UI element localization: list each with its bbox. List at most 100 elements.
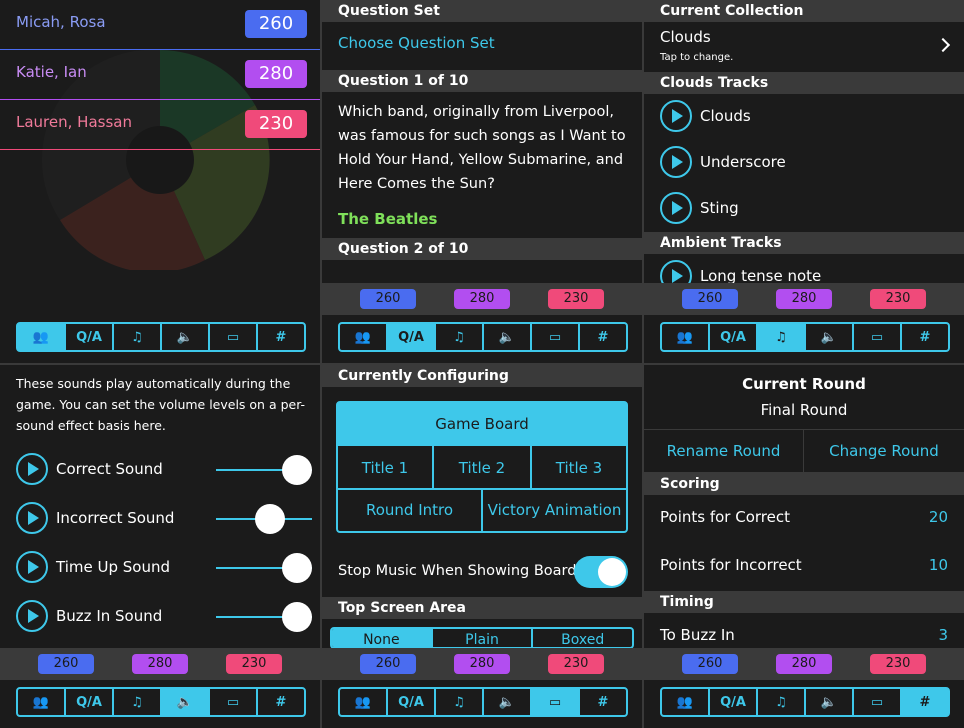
setting-value: 20	[928, 508, 948, 526]
tab-bar: 👥 Q/A ♫ 🔈 ▭ #	[16, 687, 306, 717]
volume-slider-thumb[interactable]	[282, 455, 312, 485]
setting-label: To Buzz In	[660, 626, 735, 644]
tab-qa[interactable]: Q/A	[710, 324, 758, 350]
tab-rounds[interactable]: #	[258, 324, 304, 350]
tab-rounds[interactable]: #	[580, 689, 626, 715]
play-icon[interactable]	[660, 100, 692, 132]
tab-rounds[interactable]: #	[258, 689, 304, 715]
score-strip: 260 280 230	[644, 648, 964, 680]
play-icon[interactable]	[660, 146, 692, 178]
tab-qa[interactable]: Q/A	[66, 689, 114, 715]
tab-teams[interactable]: 👥	[340, 689, 388, 715]
points-incorrect-row[interactable]: Points for Incorrect 10	[660, 556, 948, 580]
play-icon[interactable]	[16, 502, 48, 534]
tab-display[interactable]: ▭	[532, 324, 580, 350]
segment-plain[interactable]: Plain	[433, 629, 534, 647]
track-row[interactable]: Clouds	[660, 99, 751, 133]
track-row[interactable]: Sting	[660, 191, 739, 225]
volume-slider-thumb[interactable]	[282, 553, 312, 583]
tab-sounds[interactable]: 🔈	[484, 324, 532, 350]
tab-display[interactable]: ▭	[854, 324, 902, 350]
title-1-button[interactable]: Title 1	[338, 446, 434, 490]
screen-icon: ▭	[548, 694, 562, 710]
tab-teams[interactable]: 👥	[340, 324, 388, 350]
title-3-button[interactable]: Title 3	[532, 446, 626, 490]
tab-music[interactable]: ♫	[114, 324, 162, 350]
score-strip: 260 280 230	[322, 283, 642, 315]
segment-boxed[interactable]: Boxed	[533, 629, 632, 647]
tab-music[interactable]: ♫	[436, 689, 484, 715]
points-correct-row[interactable]: Points for Correct 20	[660, 508, 948, 532]
screen-icon: ▭	[870, 329, 884, 345]
tab-teams[interactable]: 👥	[18, 689, 66, 715]
game-board-button[interactable]: Game Board	[338, 403, 626, 446]
sounds-intro: These sounds play automatically during t…	[16, 376, 306, 433]
tab-rounds[interactable]: #	[902, 324, 948, 350]
music-icon: ♫	[131, 329, 143, 345]
score-pill: 260	[38, 654, 94, 674]
team-row[interactable]: Micah, Rosa 260	[0, 0, 320, 50]
question-text[interactable]: Which band, originally from Liverpool, w…	[322, 92, 642, 204]
change-round-button[interactable]: Change Round	[804, 430, 964, 472]
tab-display[interactable]: ▭	[854, 689, 902, 715]
tab-bar-container: 👥 Q/A ♫ 🔈 ▭ #	[644, 317, 964, 363]
section-header: Question Set	[322, 0, 642, 22]
tab-sounds[interactable]: 🔈	[162, 689, 210, 715]
team-divider	[0, 149, 320, 150]
collection-row[interactable]: Clouds Tap to change.	[644, 22, 964, 72]
track-row[interactable]: Underscore	[660, 145, 786, 179]
panel-music: Current Collection Clouds Tap to change.…	[644, 0, 964, 363]
tab-music[interactable]: ♫	[758, 689, 806, 715]
tab-teams[interactable]: 👥	[18, 324, 66, 350]
tab-teams[interactable]: 👥	[662, 324, 710, 350]
tab-sounds[interactable]: 🔈	[162, 324, 210, 350]
victory-animation-button[interactable]: Victory Animation	[483, 490, 626, 531]
tab-qa[interactable]: Q/A	[388, 689, 436, 715]
team-score: 280	[245, 60, 307, 88]
rename-round-button[interactable]: Rename Round	[644, 430, 804, 472]
collection-name: Clouds	[660, 28, 711, 46]
tab-rounds[interactable]: #	[580, 324, 626, 350]
tab-music[interactable]: ♫	[758, 324, 806, 350]
people-icon: 👥	[676, 694, 694, 710]
speaker-icon: 🔈	[176, 694, 194, 710]
section-header: Timing	[644, 591, 964, 613]
music-icon: ♫	[131, 694, 143, 710]
stop-music-toggle[interactable]	[574, 556, 628, 588]
play-icon[interactable]	[660, 192, 692, 224]
tab-display[interactable]: ▭	[210, 324, 258, 350]
tab-music[interactable]: ♫	[114, 689, 162, 715]
toggle-knob	[598, 558, 626, 586]
tab-display[interactable]: ▭	[210, 689, 258, 715]
team-score: 230	[245, 110, 307, 138]
tab-qa[interactable]: Q/A	[66, 324, 114, 350]
chevron-right-icon	[935, 37, 951, 53]
tab-sounds[interactable]: 🔈	[484, 689, 532, 715]
tab-teams[interactable]: 👥	[662, 689, 710, 715]
tab-bar: 👥 Q/A ♫ 🔈 ▭ #	[338, 687, 628, 717]
tab-bar-container: 👥 Q/A ♫ 🔈 ▭ #	[0, 317, 320, 363]
volume-slider-thumb[interactable]	[282, 602, 312, 632]
segment-none[interactable]: None	[332, 629, 433, 647]
speaker-icon: 🔈	[498, 329, 516, 345]
tab-display[interactable]: ▭	[532, 689, 580, 715]
tab-qa[interactable]: Q/A	[710, 689, 758, 715]
team-row[interactable]: Lauren, Hassan 230	[0, 100, 320, 150]
tab-sounds[interactable]: 🔈	[806, 324, 854, 350]
tab-music[interactable]: ♫	[436, 324, 484, 350]
tab-qa[interactable]: Q/A	[388, 324, 436, 350]
buzz-in-row[interactable]: To Buzz In 3	[660, 626, 948, 650]
team-row[interactable]: Katie, Ian 280	[0, 50, 320, 100]
volume-slider-thumb[interactable]	[255, 504, 286, 534]
play-icon[interactable]	[16, 453, 48, 485]
tab-sounds[interactable]: 🔈	[806, 689, 854, 715]
setting-value: 10	[928, 556, 948, 574]
round-intro-button[interactable]: Round Intro	[338, 490, 483, 531]
music-icon: ♫	[775, 694, 787, 710]
people-icon: 👥	[32, 694, 50, 710]
play-icon[interactable]	[16, 600, 48, 632]
choose-question-set-link[interactable]: Choose Question Set	[322, 22, 642, 70]
play-icon[interactable]	[16, 551, 48, 583]
tab-rounds[interactable]: #	[902, 689, 948, 715]
title-2-button[interactable]: Title 2	[434, 446, 532, 490]
